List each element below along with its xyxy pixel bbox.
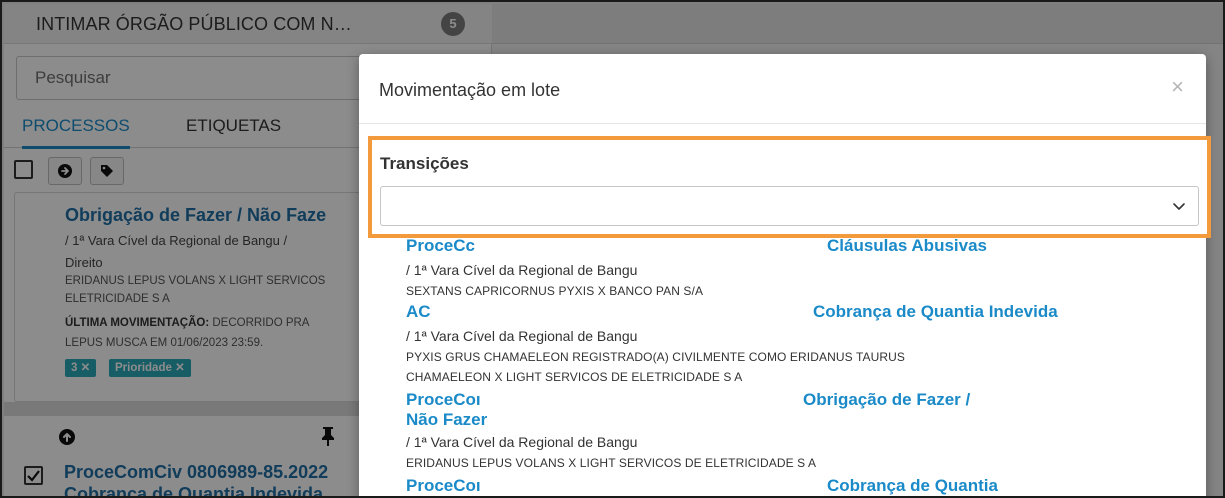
transitions-highlight: Transições: [368, 136, 1211, 238]
batch-move-modal: Movimentação em lote × ProceCc Cláusulas…: [359, 54, 1206, 496]
result-parties: ERIDANUS LEPUS VOLANS X LIGHT SERVICOS D…: [406, 456, 817, 470]
result-court: / 1ª Vara Cível da Regional de Bangu: [406, 434, 638, 450]
result-title-tail[interactable]: Cláusulas Abusivas: [827, 236, 987, 256]
result-parties: SEXTANS CAPRICORNUS PYXIS X BANCO PAN S/…: [406, 284, 704, 298]
transitions-label: Transições: [380, 154, 469, 173]
result-title-head[interactable]: ProceCoı: [406, 390, 481, 410]
app-frame: INTIMAR ÓRGÃO PÚBLICO COM N… 5 PROCESSOS…: [0, 0, 1225, 498]
modal-header: Movimentação em lote ×: [359, 54, 1206, 124]
result-title-head[interactable]: ProceCc: [406, 236, 475, 256]
transitions-select[interactable]: [380, 186, 1199, 226]
result-court: / 1ª Vara Cível da Regional de Bangu: [406, 262, 638, 278]
result-title-head[interactable]: ProceCoı: [406, 476, 481, 496]
chevron-down-icon: [1173, 203, 1185, 210]
modal-title: Movimentação em lote: [379, 80, 561, 100]
result-title-line2[interactable]: Não Fazer: [406, 410, 487, 430]
close-icon[interactable]: ×: [1171, 76, 1184, 98]
result-title-tail[interactable]: Cobrança de Quantia Indevida: [813, 302, 1058, 322]
result-parties: CHAMAELEON X LIGHT SERVICOS DE ELETRICID…: [406, 370, 743, 384]
result-title-tail[interactable]: Cobrança de Quantia: [827, 476, 998, 496]
selected-process-list: ProceCc Cláusulas Abusivas / 1ª Vara Cív…: [359, 236, 1206, 496]
result-title-tail[interactable]: Obrigação de Fazer /: [803, 390, 970, 410]
result-title-head[interactable]: AC: [406, 302, 431, 322]
result-court: / 1ª Vara Cível da Regional de Bangu: [406, 328, 638, 344]
result-parties: PYXIS GRUS CHAMAELEON REGISTRADO(A) CIVI…: [406, 350, 905, 364]
